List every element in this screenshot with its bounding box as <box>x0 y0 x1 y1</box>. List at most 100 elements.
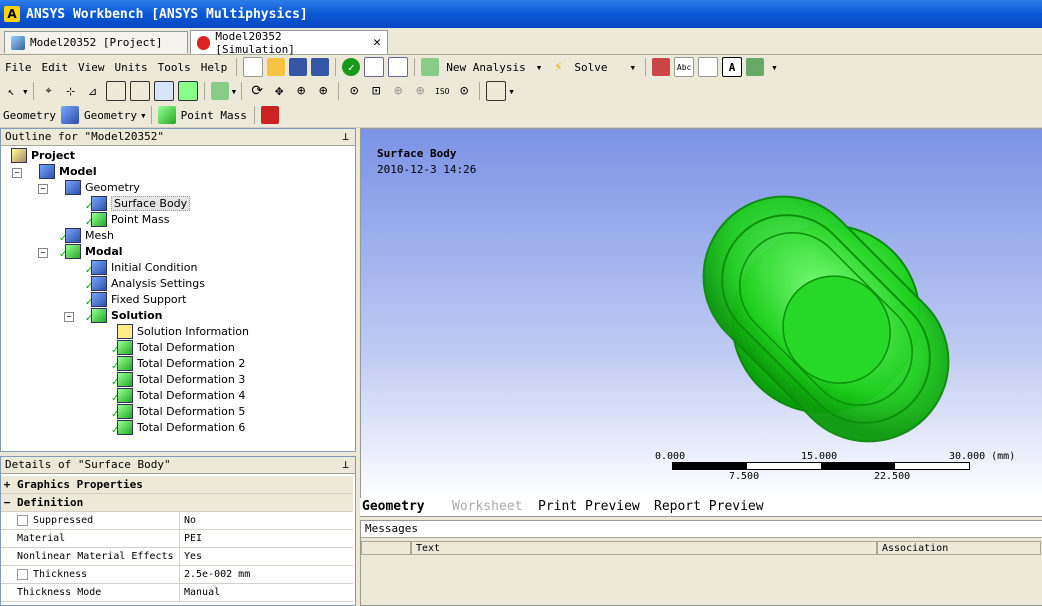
xyz-icon[interactable]: ⊿ <box>84 82 102 100</box>
point-mass-button[interactable]: Point Mass <box>178 109 250 122</box>
menu-edit[interactable]: Edit <box>37 61 74 74</box>
messages-col-text[interactable]: Text <box>411 541 877 555</box>
details-value[interactable]: No <box>180 512 196 529</box>
details-row-thickness[interactable]: Thickness 2.5e-002 mm <box>1 566 353 584</box>
solve-dropdown-icon[interactable]: ▾ <box>624 61 641 74</box>
details-value[interactable]: Manual <box>180 584 220 601</box>
tree-expander[interactable]: − <box>64 312 74 322</box>
new-analysis-dropdown-icon[interactable]: ▾ <box>531 61 548 74</box>
close-tab-icon[interactable]: ✕ <box>373 35 381 50</box>
iso-view-icon[interactable]: ISO <box>433 82 451 100</box>
parameter-checkbox[interactable] <box>17 568 28 580</box>
tab-print-preview[interactable]: Print Preview <box>538 499 640 514</box>
tab-simulation[interactable]: Model20352 [Simulation] ✕ <box>190 30 388 56</box>
tree-item-total-deformation-2[interactable]: ✓ Total Deformation 2 <box>111 355 245 372</box>
parameter-checkbox[interactable] <box>17 514 28 526</box>
tree-item-total-deformation[interactable]: ✓ Total Deformation <box>111 339 235 356</box>
collapse-icon[interactable]: − <box>1 494 13 511</box>
details-value[interactable]: 2.5e-002 mm <box>180 566 250 583</box>
tab-geometry[interactable]: Geometry <box>362 499 425 514</box>
cursor-icon[interactable]: ↖ <box>2 82 20 100</box>
box-zoom-icon[interactable]: ⊕ <box>314 82 332 100</box>
abc-icon[interactable]: Abc <box>674 57 695 77</box>
graph-icon[interactable] <box>364 57 385 77</box>
tree-item-total-deformation-3[interactable]: ✓ Total Deformation 3 <box>111 371 245 388</box>
tree-item-surface-body[interactable]: ✓ Surface Body <box>85 195 191 212</box>
new-file-icon[interactable] <box>243 57 264 77</box>
menu-help[interactable]: Help <box>196 61 233 74</box>
details-row-nonlinear[interactable]: Nonlinear Material Effects Yes <box>1 548 353 566</box>
details-row-material[interactable]: Material PEI <box>1 530 353 548</box>
tab-worksheet[interactable]: Worksheet <box>452 499 522 514</box>
next-view-icon[interactable]: ⊕ <box>411 82 429 100</box>
tree-item-mesh[interactable]: ✓ Mesh <box>59 227 114 244</box>
tab-project[interactable]: Model20352 [Project] <box>4 31 188 53</box>
text-icon[interactable]: A <box>722 57 743 77</box>
details-value[interactable]: PEI <box>180 530 202 547</box>
viewport-layout-icon[interactable] <box>486 81 507 101</box>
tree-item-fixed-support[interactable]: ✓ Fixed Support <box>85 291 187 308</box>
extend-selection-dropdown-icon[interactable]: ▾ <box>231 85 238 98</box>
tree-expander[interactable]: − <box>38 248 48 258</box>
tree-item-modal[interactable]: ✓ Modal <box>59 243 123 260</box>
details-row-suppressed[interactable]: Suppressed No <box>1 512 353 530</box>
pin-icon[interactable]: ⊥ <box>342 457 349 473</box>
plot-icon[interactable] <box>698 57 719 77</box>
messages-col-association[interactable]: Association <box>877 541 1041 555</box>
viewport-layout-dropdown-icon[interactable]: ▾ <box>508 85 515 98</box>
fit-icon[interactable]: ⊙ <box>455 82 473 100</box>
menu-tools[interactable]: Tools <box>153 61 196 74</box>
tree-expander[interactable]: − <box>12 168 22 178</box>
select-vertex-icon[interactable] <box>105 81 126 101</box>
tree-item-geometry[interactable]: Geometry <box>65 179 140 195</box>
messages-col-icon[interactable] <box>361 541 411 555</box>
tree-item-total-deformation-4[interactable]: ✓ Total Deformation 4 <box>111 387 245 404</box>
graphics-viewport[interactable]: Surface Body 2010-12-3 14:26 0.000 15.00… <box>360 128 1042 500</box>
tree-item-solution-information[interactable]: Solution Information <box>117 323 249 339</box>
tree-item-initial-condition[interactable]: ✓ Initial Condition <box>85 259 197 276</box>
select-body-icon[interactable] <box>177 81 198 101</box>
tree-expander[interactable]: − <box>38 184 48 194</box>
zoom-icon[interactable]: ⊕ <box>292 82 310 100</box>
geometry-dropdown-button[interactable]: Geometry <box>81 109 140 122</box>
menu-view[interactable]: View <box>73 61 110 74</box>
cursor-dropdown-icon[interactable]: ▾ <box>22 85 29 98</box>
zoom-to-fit-icon[interactable]: ⊙ <box>345 82 363 100</box>
image-icon[interactable] <box>746 58 765 76</box>
details-row-thickness-mode[interactable]: Thickness Mode Manual <box>1 584 353 602</box>
tab-report-preview[interactable]: Report Preview <box>654 499 764 514</box>
menu-units[interactable]: Units <box>110 61 153 74</box>
pan-icon[interactable]: ✥ <box>270 82 288 100</box>
save-as-icon[interactable] <box>311 58 330 76</box>
surface-body-model[interactable] <box>681 184 971 454</box>
check-icon[interactable]: ✓ <box>342 58 361 76</box>
tree-item-analysis-settings[interactable]: ✓ Analysis Settings <box>85 275 205 292</box>
new-analysis-button[interactable]: New Analysis <box>441 61 530 74</box>
geometry-dropdown-icon[interactable]: ▾ <box>140 109 147 122</box>
menu-file[interactable]: File <box>0 61 37 74</box>
select-face-icon[interactable] <box>153 81 174 101</box>
chart-icon[interactable] <box>652 58 671 76</box>
tree-item-solution[interactable]: ✓ Solution <box>85 307 163 324</box>
worksheet-icon[interactable] <box>260 106 279 124</box>
select-edge-icon[interactable] <box>129 81 150 101</box>
select-node-icon[interactable]: ⌖ <box>40 82 58 100</box>
tree-item-total-deformation-5[interactable]: ✓ Total Deformation 5 <box>111 403 245 420</box>
tree-item-project[interactable]: Project <box>11 147 75 163</box>
open-folder-icon[interactable] <box>267 58 286 76</box>
details-value[interactable]: Yes <box>180 548 202 565</box>
extend-selection-icon[interactable] <box>210 82 229 100</box>
expand-icon[interactable]: + <box>1 476 13 493</box>
tree-item-model[interactable]: Model <box>39 163 97 179</box>
pin-icon[interactable]: ⊥ <box>342 129 349 145</box>
save-icon[interactable] <box>289 58 308 76</box>
select-coordinate-icon[interactable]: ⊹ <box>62 82 80 100</box>
magnifier-icon[interactable]: ⊡ <box>367 82 385 100</box>
group-graphics-properties[interactable]: + Graphics Properties <box>1 476 353 494</box>
group-definition[interactable]: − Definition <box>1 494 353 512</box>
solve-button[interactable]: Solve <box>569 61 612 74</box>
report-icon[interactable] <box>388 57 409 77</box>
tree-item-point-mass[interactable]: ✓ Point Mass <box>85 211 170 228</box>
image-dropdown-icon[interactable]: ▾ <box>766 61 783 74</box>
tree-item-total-deformation-6[interactable]: ✓ Total Deformation 6 <box>111 419 245 436</box>
